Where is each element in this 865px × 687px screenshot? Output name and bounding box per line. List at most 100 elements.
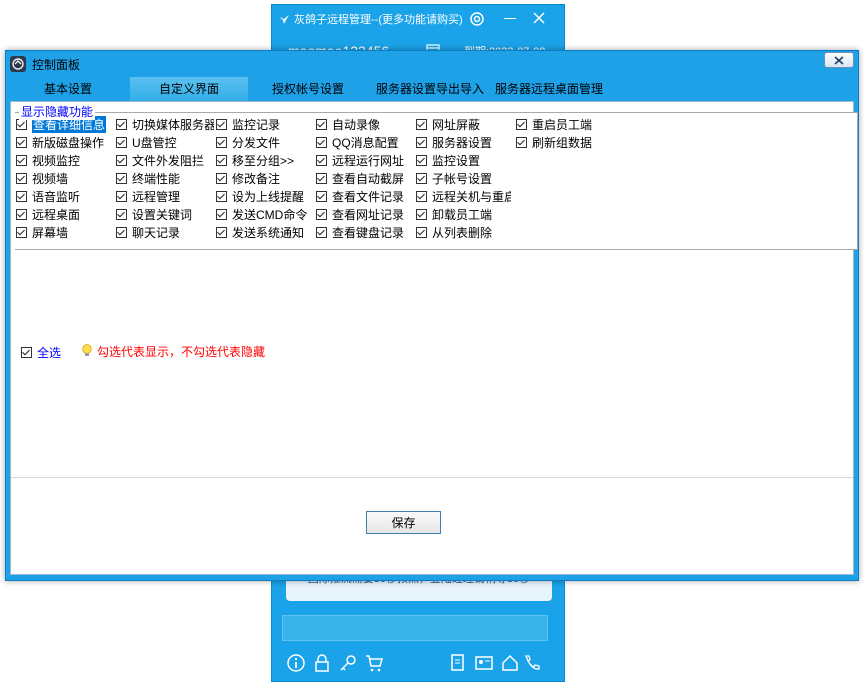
checkbox[interactable] (516, 118, 527, 130)
checkbox[interactable] (316, 154, 327, 166)
feature-checkbox[interactable]: 远程桌面 (16, 205, 111, 223)
minimize-icon[interactable] (504, 18, 516, 19)
feature-checkbox[interactable]: 查看自动截屏 (316, 169, 411, 187)
checkbox[interactable] (21, 346, 32, 358)
key-icon[interactable] (338, 653, 358, 673)
feature-checkbox[interactable]: 分发文件 (216, 133, 311, 151)
feature-checkbox[interactable]: 子帐号设置 (416, 169, 511, 187)
checkbox[interactable] (216, 226, 227, 238)
feature-checkbox[interactable]: 设置关键词 (116, 205, 214, 223)
gear-icon[interactable] (468, 10, 486, 28)
feature-checkbox[interactable]: 重启员工端 (516, 115, 611, 133)
feature-checkbox[interactable]: 发送CMD命令 (216, 205, 311, 223)
checkbox-label: 终端性能 (132, 171, 181, 186)
background-app-title: 灰鸽子远程管理--(更多功能请购买) (294, 14, 463, 26)
feature-checkbox[interactable]: 服务器设置 (416, 133, 511, 151)
checkbox[interactable] (316, 136, 327, 148)
contact-card-icon[interactable] (474, 653, 494, 673)
phone-icon[interactable] (522, 653, 542, 673)
checkbox[interactable] (116, 226, 127, 238)
checkbox[interactable] (216, 154, 227, 166)
checkbox[interactable] (216, 136, 227, 148)
feature-checkbox[interactable]: 从列表删除 (416, 223, 511, 241)
tab-remote-desktop-management[interactable]: 服务器远程桌面管理 (492, 77, 606, 101)
checkbox-label: 新版磁盘操作 (32, 135, 105, 150)
feature-checkbox[interactable]: 视频监控 (16, 151, 111, 169)
feature-checkbox[interactable]: 文件外发阻拦 (116, 151, 214, 169)
tab-custom-interface[interactable]: 自定义界面 (130, 77, 248, 101)
checkbox[interactable] (116, 118, 127, 130)
feature-checkbox[interactable]: 屏幕墙 (16, 223, 111, 241)
checkbox[interactable] (316, 190, 327, 202)
home-settings-icon[interactable] (500, 653, 520, 673)
feature-checkbox[interactable]: 移至分组>> (216, 151, 311, 169)
tab-authorized-accounts[interactable]: 授权帐号设置 (248, 77, 368, 101)
checkbox[interactable] (116, 154, 127, 166)
checkbox[interactable] (216, 172, 227, 184)
checkbox[interactable] (316, 208, 327, 220)
feature-checkbox[interactable]: 自动录像 (316, 115, 411, 133)
feature-checkbox[interactable]: U盘管控 (116, 133, 214, 151)
feature-checkbox[interactable]: 视频墙 (16, 169, 111, 187)
feature-checkbox[interactable]: 远程关机与重启 (416, 187, 511, 205)
document-icon[interactable] (448, 653, 468, 673)
checkbox[interactable] (516, 136, 527, 148)
message-input[interactable] (282, 615, 548, 641)
feature-checkbox[interactable]: 监控设置 (416, 151, 511, 169)
checkbox-label: 查看自动截屏 (332, 171, 405, 186)
feature-checkbox[interactable]: 网址屏蔽 (416, 115, 511, 133)
checkbox[interactable] (16, 226, 27, 238)
tab-basic-settings[interactable]: 基本设置 (6, 77, 130, 101)
tab-server-import-export[interactable]: 服务器设置导出导入 (368, 77, 492, 101)
feature-checkbox[interactable]: 查看文件记录 (316, 187, 411, 205)
feature-checkbox[interactable]: 修改备注 (216, 169, 311, 187)
checkbox[interactable] (216, 118, 227, 130)
feature-checkbox[interactable]: 远程运行网址 (316, 151, 411, 169)
feature-checkbox[interactable]: 终端性能 (116, 169, 214, 187)
checkbox[interactable] (416, 226, 427, 238)
checkbox[interactable] (116, 136, 127, 148)
checkbox[interactable] (16, 172, 27, 184)
checkbox[interactable] (116, 172, 127, 184)
feature-checkbox[interactable]: 查看键盘记录 (316, 223, 411, 241)
checkbox[interactable] (216, 208, 227, 220)
feature-checkbox[interactable]: 新版磁盘操作 (16, 133, 111, 151)
checkbox[interactable] (16, 208, 27, 220)
feature-checkbox[interactable]: 刷新组数据 (516, 133, 611, 151)
save-button[interactable]: 保存 (366, 511, 441, 534)
feature-checkbox[interactable]: 查看网址记录 (316, 205, 411, 223)
checkbox-label: 切换媒体服务器 (132, 117, 214, 132)
feature-checkbox[interactable]: 聊天记录 (116, 223, 214, 241)
cart-icon[interactable] (364, 653, 384, 673)
checkbox[interactable] (16, 190, 27, 202)
checkbox[interactable] (416, 172, 427, 184)
dove-logo-icon (279, 15, 289, 24)
checkbox[interactable] (416, 154, 427, 166)
feature-checkbox[interactable]: 卸载员工端 (416, 205, 511, 223)
checkbox[interactable] (216, 190, 227, 202)
checkbox[interactable] (416, 118, 427, 130)
checkbox[interactable] (416, 208, 427, 220)
checkbox[interactable] (16, 118, 27, 130)
checkbox[interactable] (16, 136, 27, 148)
checkbox[interactable] (416, 190, 427, 202)
close-button[interactable] (824, 52, 854, 68)
checkbox[interactable] (116, 208, 127, 220)
checkbox[interactable] (316, 118, 327, 130)
feature-checkbox[interactable]: QQ消息配置 (316, 133, 411, 151)
checkbox[interactable] (316, 226, 327, 238)
checkbox[interactable] (16, 154, 27, 166)
feature-checkbox[interactable]: 切换媒体服务器 (116, 115, 214, 133)
feature-checkbox[interactable]: 监控记录 (216, 115, 311, 133)
close-icon[interactable] (532, 11, 546, 25)
feature-checkbox[interactable]: 远程管理 (116, 187, 214, 205)
checkbox[interactable] (316, 172, 327, 184)
lock-icon[interactable] (312, 653, 332, 673)
feature-checkbox[interactable]: 发送系统通知 (216, 223, 311, 241)
feature-checkbox[interactable]: 设为上线提醒 (216, 187, 311, 205)
info-icon[interactable] (286, 653, 306, 673)
select-all-checkbox[interactable]: 全选 (21, 343, 61, 361)
checkbox[interactable] (116, 190, 127, 202)
feature-checkbox[interactable]: 语音监听 (16, 187, 111, 205)
checkbox[interactable] (416, 136, 427, 148)
